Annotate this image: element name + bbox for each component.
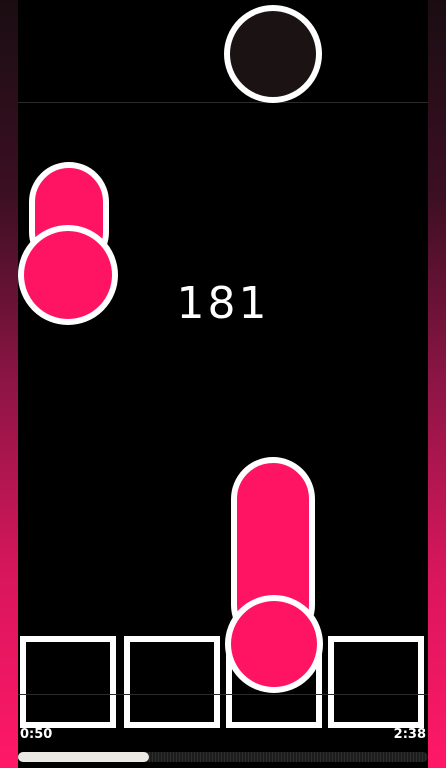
right-side-gutter	[428, 0, 446, 768]
score-counter: 181	[176, 278, 270, 329]
spawn-line	[18, 102, 428, 103]
hit-pad-lane-1[interactable]	[20, 636, 116, 728]
left-side-gutter	[0, 0, 18, 768]
hit-line	[18, 694, 428, 695]
song-progress-bar[interactable]	[18, 752, 428, 762]
total-time: 2:38	[393, 727, 426, 742]
hit-pad-lane-4[interactable]	[328, 636, 424, 728]
game-field: 181 0:50 2:38	[18, 0, 428, 768]
hold-note-head-lane-3	[225, 595, 323, 693]
hit-pad-lane-2[interactable]	[124, 636, 220, 728]
elapsed-time: 0:50	[20, 727, 53, 742]
top-spawn-ball	[224, 5, 322, 103]
song-progress-fill	[18, 752, 150, 762]
